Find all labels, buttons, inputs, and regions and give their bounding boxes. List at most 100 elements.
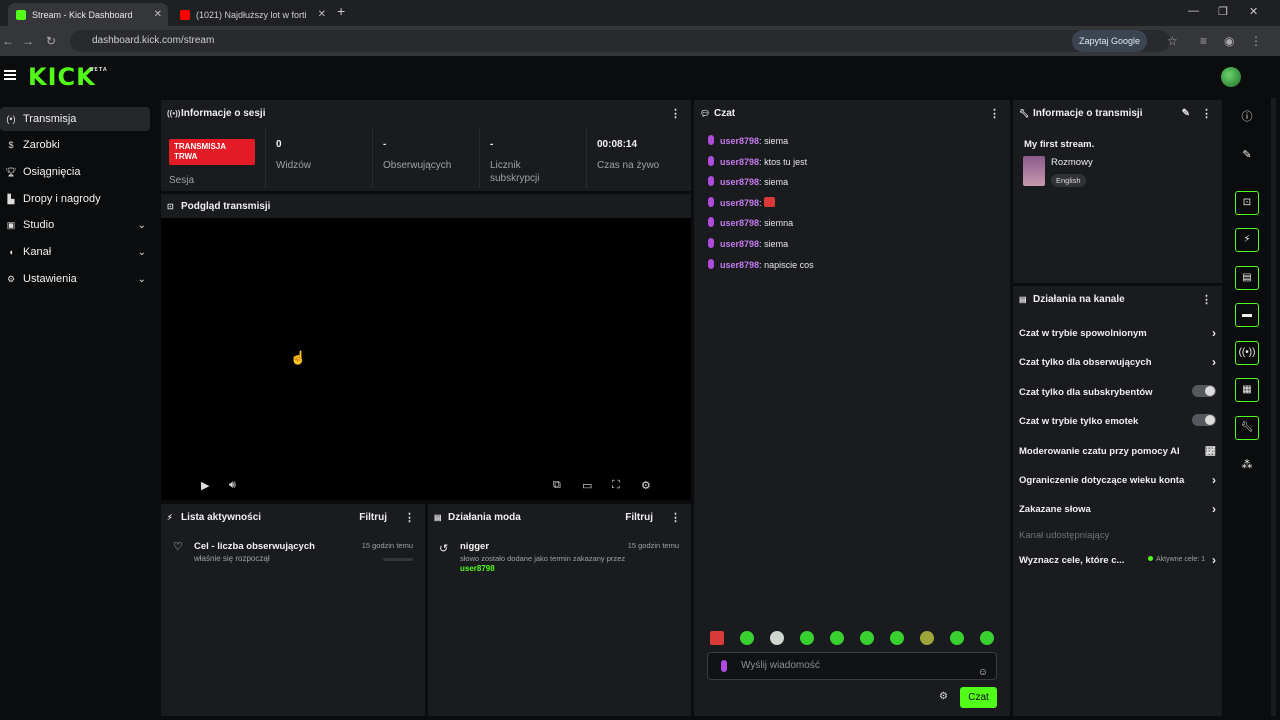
banned-words-row[interactable]: Zakazane słowa › xyxy=(1019,502,1219,516)
chat-message: user8798: siema xyxy=(708,238,788,249)
panel-header: ▤ Działania moda Filtruj ⋮ xyxy=(428,504,691,530)
emote-icon[interactable] xyxy=(890,631,904,645)
followers-only-row[interactable]: Czat tylko dla obserwujących › xyxy=(1019,355,1219,369)
close-tab-icon[interactable]: ✕ xyxy=(318,9,326,20)
preview-toggle-icon[interactable]: ⊡ xyxy=(1235,191,1259,215)
sidebar-item-dropy[interactable]: ▙ Dropy i nagrody xyxy=(0,187,150,211)
forward-icon[interactable]: → xyxy=(22,34,34,48)
sidebar-item-zarobki[interactable]: $ Zarobki xyxy=(0,133,150,157)
lightning-toggle-icon[interactable]: ⚡︎ xyxy=(1235,228,1259,252)
sidebar-item-ustawienia[interactable]: ⚙ Ustawienia ⌄ xyxy=(0,267,150,291)
close-tab-icon[interactable]: ✕ xyxy=(154,9,162,20)
chat-bubble-icon: 💬︎ xyxy=(700,108,711,118)
chat-toggle-icon[interactable]: ▬ xyxy=(1235,303,1259,327)
filter-button[interactable]: Filtruj xyxy=(359,512,387,523)
info-icon[interactable]: ⓘ xyxy=(1235,105,1259,129)
clipboard-icon: ▤ xyxy=(434,512,442,522)
emote-icon[interactable] xyxy=(770,631,784,645)
chat-settings-icon[interactable]: ⚙ xyxy=(939,691,948,702)
mini-player-icon[interactable]: ⧉ xyxy=(553,479,561,492)
layout-icon[interactable]: ⁂ xyxy=(1235,453,1259,477)
mod-actions-panel: ▤ Działania moda Filtruj ⋮ ↺ nigger słow… xyxy=(428,504,691,716)
page-scrollbar[interactable] xyxy=(1271,98,1276,716)
chat-username[interactable]: user8798 xyxy=(720,218,759,228)
actions-toggle-icon[interactable]: ▦ xyxy=(1235,378,1259,402)
subs-only-toggle[interactable] xyxy=(1192,385,1216,397)
theater-mode-icon[interactable]: ▭ xyxy=(582,479,592,492)
emote-icon[interactable] xyxy=(830,631,844,645)
account-age-row[interactable]: Ograniczenie dotyczące wieku konta › xyxy=(1019,473,1219,487)
user-avatar[interactable] xyxy=(1221,67,1241,87)
chat-username[interactable]: user8798 xyxy=(720,177,759,187)
channel-icon: ◖ xyxy=(8,247,14,257)
extensions-icon[interactable]: ≡ xyxy=(1200,34,1207,48)
emote-icon[interactable] xyxy=(920,631,934,645)
menu-icon[interactable] xyxy=(4,70,16,80)
emote-icon[interactable] xyxy=(860,631,874,645)
chat-username[interactable]: user8798 xyxy=(720,136,759,146)
new-tab-icon[interactable]: + xyxy=(337,3,345,19)
emote-only-toggle[interactable] xyxy=(1192,414,1216,426)
wrench-toggle-icon[interactable]: 🔧︎ xyxy=(1235,416,1259,440)
close-window-icon[interactable]: ✕ xyxy=(1249,5,1258,18)
broadcast-toggle-icon[interactable]: ((•)) xyxy=(1235,341,1259,365)
mod-action-user[interactable]: user8798 xyxy=(460,564,495,573)
more-options-icon[interactable]: ⋮ xyxy=(1201,107,1212,120)
bookmark-star-icon[interactable]: ☆ xyxy=(1167,34,1178,48)
ai-moderation-row[interactable]: Moderowanie czatu przy pomocy AI 📈︎ xyxy=(1019,446,1219,457)
more-options-icon[interactable]: ⋮ xyxy=(670,511,681,524)
fullscreen-icon[interactable]: ⛶ xyxy=(612,479,620,492)
filter-button[interactable]: Filtruj xyxy=(625,512,653,523)
more-options-icon[interactable]: ⋮ xyxy=(404,511,415,524)
sidebar-item-osiagniecia[interactable]: 🏆︎ Osiągnięcia xyxy=(0,160,150,184)
minimize-icon[interactable]: — xyxy=(1188,5,1199,17)
sidebar-item-label: Osiągnięcia xyxy=(23,166,81,178)
sidebar-item-kanal[interactable]: ◖ Kanał ⌄ xyxy=(0,240,150,264)
edit-icon[interactable]: ✎ xyxy=(1182,108,1190,119)
emote-icon[interactable] xyxy=(710,631,724,645)
tab-kick-dashboard[interactable]: Stream - Kick Dashboard ✕ xyxy=(8,3,168,26)
clipboard-toggle-icon[interactable]: ▤ xyxy=(1235,266,1259,290)
more-options-icon[interactable]: ⋮ xyxy=(1201,293,1212,306)
chat-input[interactable]: Wyślij wiadomość ☺ xyxy=(707,652,997,680)
emote-icon[interactable] xyxy=(980,631,994,645)
emote-icon[interactable] xyxy=(740,631,754,645)
sidebar-item-transmisja[interactable]: (•) Transmisja xyxy=(0,107,150,131)
gear-icon: ⚙ xyxy=(6,273,16,284)
emote-icon[interactable] xyxy=(800,631,814,645)
kick-logo[interactable]: KICK BETA xyxy=(28,63,107,91)
reload-icon[interactable]: ↻ xyxy=(46,34,56,48)
tab-youtube[interactable]: (1021) Najdłuższy lot w forti ✕ xyxy=(172,3,332,26)
play-icon[interactable]: ▶ xyxy=(201,479,209,492)
chat-username[interactable]: user8798 xyxy=(720,157,759,167)
lightning-icon: ⚡︎ xyxy=(167,512,173,522)
badge-icon xyxy=(708,197,714,207)
back-icon[interactable]: ← xyxy=(2,34,14,48)
chat-username[interactable]: user8798 xyxy=(720,239,759,249)
action-label: Czat w trybie spowolnionym xyxy=(1019,328,1147,339)
more-options-icon[interactable]: ⋮ xyxy=(989,107,1000,120)
actions-icon: ▤ xyxy=(1019,294,1027,304)
chat-username[interactable]: user8798 xyxy=(720,198,759,208)
sidebar-item-studio[interactable]: ▣ Studio ⌄ xyxy=(0,213,150,237)
video-player[interactable] xyxy=(161,218,691,500)
profile-icon[interactable]: ◉ xyxy=(1224,34,1234,48)
url-field[interactable]: dashboard.kick.com/stream xyxy=(70,30,1170,52)
slow-mode-row[interactable]: Czat w trybie spowolnionym › xyxy=(1019,326,1219,340)
pencil-icon[interactable]: ✎ xyxy=(1235,143,1259,167)
chat-text: siema xyxy=(764,136,789,146)
maximize-icon[interactable]: ❐ xyxy=(1218,5,1228,18)
send-chat-button[interactable]: Czat xyxy=(960,687,997,708)
ask-google-button[interactable]: Zapytaj Google xyxy=(1072,30,1148,52)
settings-icon[interactable]: ⚙ xyxy=(641,479,651,492)
heart-icon: ♡ xyxy=(173,541,183,553)
preview-panel: ⊡ Podgląd transmisji xyxy=(161,194,691,218)
emote-icon[interactable] xyxy=(950,631,964,645)
browser-menu-icon[interactable]: ⋮ xyxy=(1250,34,1262,48)
chat-username[interactable]: user8798 xyxy=(720,260,759,270)
volume-icon[interactable]: 🔊︎ xyxy=(229,479,236,492)
emoji-picker-icon[interactable]: ☺ xyxy=(978,660,988,686)
more-options-icon[interactable]: ⋮ xyxy=(670,107,681,120)
goals-row[interactable]: Wyznacz cele, które c... Aktywne cele: 1 › xyxy=(1019,553,1219,567)
panel-title: Działania moda xyxy=(448,511,521,523)
